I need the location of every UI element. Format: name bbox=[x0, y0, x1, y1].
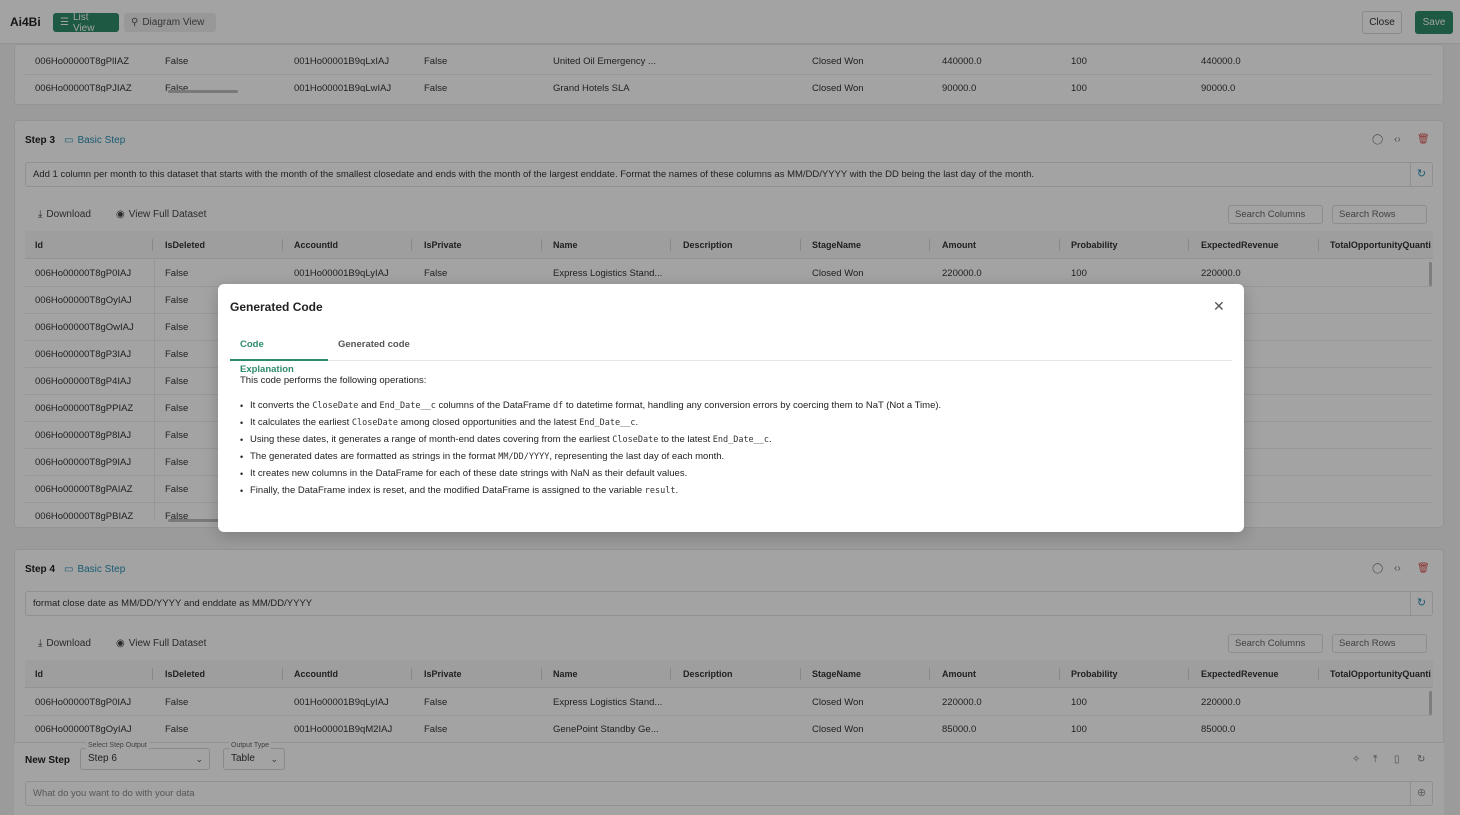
code-token: CloseDate bbox=[351, 418, 398, 428]
code-token: MM/DD/YYYY bbox=[498, 452, 550, 462]
list-item: It converts the CloseDate and End_Date__… bbox=[240, 398, 1230, 415]
text: It calculates the earliest bbox=[250, 417, 350, 428]
text: Finally, the DataFrame index is reset, a… bbox=[250, 485, 643, 496]
code-token: CloseDate bbox=[612, 435, 659, 445]
code-token: End_Date__c bbox=[712, 435, 770, 445]
generated-code-modal: Generated Code ✕ Code Explanation Genera… bbox=[218, 284, 1244, 532]
code-token: df bbox=[553, 401, 564, 411]
text: , representing the last day of each mont… bbox=[549, 451, 725, 462]
text: to the latest bbox=[660, 434, 711, 445]
list-item: It creates new columns in the DataFrame … bbox=[240, 466, 1230, 483]
text: and bbox=[361, 400, 377, 411]
modal-title: Generated Code bbox=[230, 300, 323, 314]
explanation-list: It converts the CloseDate and End_Date__… bbox=[240, 398, 1230, 500]
list-item: The generated dates are formatted as str… bbox=[240, 449, 1230, 466]
text: . bbox=[769, 434, 772, 445]
code-token: End_Date__c bbox=[579, 418, 636, 428]
text: among closed opportunities and the lates… bbox=[400, 417, 577, 428]
text: It converts the bbox=[250, 400, 310, 411]
list-item: Finally, the DataFrame index is reset, a… bbox=[240, 483, 1230, 500]
text: columns of the DataFrame bbox=[438, 400, 551, 411]
tab-generated-code[interactable]: Generated code bbox=[328, 332, 420, 361]
code-token: result bbox=[644, 486, 676, 496]
code-token: CloseDate bbox=[312, 401, 359, 411]
list-item: Using these dates, it generates a range … bbox=[240, 432, 1230, 449]
text: . bbox=[675, 485, 679, 496]
text: The generated dates are formatted as str… bbox=[250, 451, 496, 462]
tab-code-explanation[interactable]: Code Explanation bbox=[230, 332, 328, 375]
text: . bbox=[635, 417, 639, 428]
code-token: End_Date__c bbox=[379, 401, 436, 411]
close-icon[interactable]: ✕ bbox=[1213, 299, 1225, 313]
list-item: It calculates the earliest CloseDate amo… bbox=[240, 415, 1230, 432]
explanation-intro: This code performs the following operati… bbox=[240, 375, 427, 386]
text: It creates new columns in the DataFrame … bbox=[250, 468, 688, 479]
modal-tabs: Code Explanation Generated code bbox=[230, 332, 1232, 375]
text: Using these dates, it generates a range … bbox=[250, 434, 610, 445]
text: to datetime format, handling any convers… bbox=[565, 400, 942, 411]
